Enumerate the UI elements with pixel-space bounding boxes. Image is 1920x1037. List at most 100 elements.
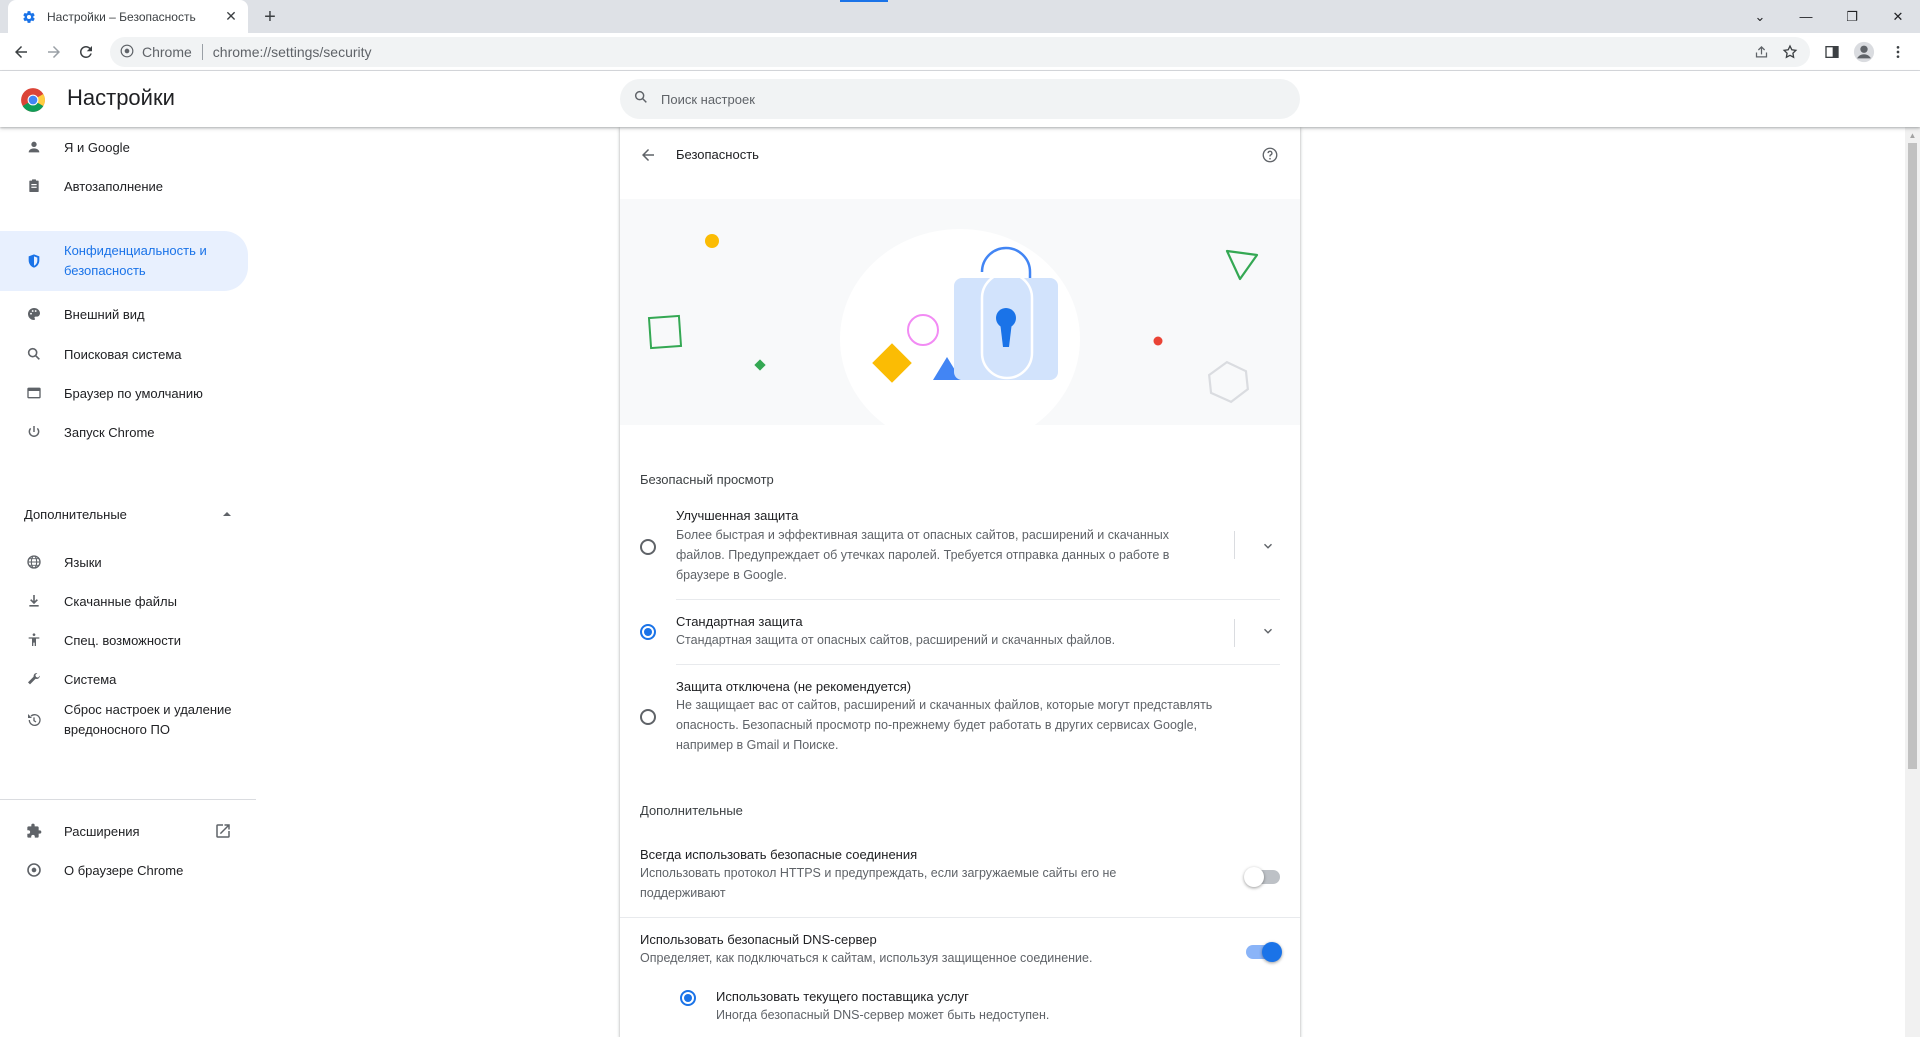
sidebar-item-default-browser[interactable]: Браузер по умолчанию [0,377,248,409]
reload-icon[interactable] [72,38,100,66]
search-icon [633,89,649,110]
sidebar-item-label: Автозаполнение [64,178,164,194]
globe-icon [24,552,44,572]
browser-icon [24,383,44,403]
sidebar-item-appearance[interactable]: Внешний вид [0,298,248,330]
close-window-button[interactable]: ✕ [1875,0,1920,33]
tab-search-icon[interactable]: ⌄ [1737,0,1783,33]
scrollbar-thumb[interactable] [1908,143,1917,769]
option-desc: Не защищает вас от сайтов, расширений и … [676,698,1213,752]
clipboard-icon [24,176,44,196]
site-chip: Chrome [142,44,192,60]
new-tab-button[interactable]: + [258,5,282,29]
back-arrow-icon[interactable] [7,38,35,66]
gear-icon [21,9,37,25]
restore-icon [24,710,44,730]
sidebar-item-label: О браузере Chrome [64,862,184,878]
back-arrow-icon[interactable] [636,143,660,167]
sidebar-item-on-startup[interactable]: Запуск Chrome [0,416,248,448]
radio-no-protection[interactable] [640,709,656,725]
sidebar-item-search-engine[interactable]: Поисковая система [0,338,248,370]
side-panel-icon[interactable] [1818,38,1846,66]
sidebar-advanced-toggle[interactable]: Дополнительные [24,507,232,522]
https-desc: Использовать протокол HTTPS и предупрежд… [640,866,1117,900]
sidebar-item-you-and-google[interactable]: Я и Google [0,131,248,163]
page-title: Настройки [67,85,175,110]
toolbar: Chrome chrome://settings/security [0,33,1920,71]
address-bar[interactable]: Chrome chrome://settings/security [110,37,1810,67]
toggle-knob [1262,942,1282,962]
tab-close-icon[interactable]: ✕ [222,8,240,26]
sidebar-item-languages[interactable]: Языки [0,546,248,578]
option-title: Стандартная защита [676,614,803,629]
search-input[interactable] [661,91,1261,107]
option-title: Улучшенная защита [676,508,799,523]
dns-desc: Определяет, как подключаться к сайтам, и… [640,951,1093,965]
menu-kebab-icon[interactable] [1884,38,1912,66]
omnibox-divider [201,44,203,60]
option-title: Защита отключена (не рекомендуется) [676,679,912,694]
sidebar-item-label: Спец. возможности [64,632,181,648]
restore-button[interactable]: ❐ [1829,0,1875,33]
settings-search[interactable] [620,79,1300,119]
chrome-logo-icon [20,87,46,113]
sidebar-item-reset[interactable]: Сброс настроек и удаление вредоносного П… [0,697,248,743]
power-icon [24,422,44,442]
sidebar-item-label: Сброс настроек и удаление вредоносного П… [64,702,232,737]
chevron-down-icon[interactable] [1256,619,1280,643]
sidebar-divider [0,799,256,800]
chrome-window: Настройки – Безопасность ✕ + ⌄ — ❐ ✕ Chr… [0,0,1920,1037]
person-icon [24,137,44,157]
minimize-button[interactable]: — [1783,0,1829,33]
radio-current-provider[interactable] [680,990,696,1006]
bookmark-star-icon[interactable] [1778,40,1802,64]
dns-title: Использовать безопасный DNS-сервер [640,932,877,947]
chrome-logo-icon [24,860,44,880]
divider [620,917,1300,918]
sidebar-item-downloads[interactable]: Скачанные файлы [0,585,248,617]
sidebar: Я и Google Автозаполнение Конфиденциальн… [0,127,256,1037]
sidebar-item-about[interactable]: О браузере Chrome [0,854,248,886]
option-title: Использовать текущего поставщика услуг [716,989,969,1004]
help-icon[interactable] [1258,143,1282,167]
option-desc: Более быстрая и эффективная защита от оп… [676,528,1170,582]
search-icon [24,344,44,364]
chrome-logo-icon [120,44,134,61]
dns-toggle[interactable] [1246,942,1282,962]
sidebar-item-label: Скачанные файлы [64,593,177,609]
sidebar-item-accessibility[interactable]: Спец. возможности [0,624,248,656]
sidebar-item-system[interactable]: Система [0,663,248,695]
sidebar-item-extensions[interactable]: Расширения [0,815,248,847]
radio-enhanced[interactable] [640,539,656,555]
download-icon [24,591,44,611]
toggle-knob [1244,867,1264,887]
wrench-icon [24,669,44,689]
forward-arrow-icon[interactable] [40,38,68,66]
caret-up-icon [222,507,232,522]
advanced-header: Дополнительные [640,803,743,818]
subpage-title: Безопасность [676,147,759,162]
sidebar-item-autofill[interactable]: Автозаполнение [0,170,248,202]
option-divider [1234,619,1235,647]
profile-avatar-icon[interactable] [1850,38,1878,66]
scroll-up-icon[interactable]: ▲ [1908,131,1917,140]
security-card: Безопасность Безопасный просмотр Улучшен… [620,127,1300,1037]
tab-title: Настройки – Безопасность [47,9,196,24]
tab-settings[interactable]: Настройки – Безопасность ✕ [8,0,248,33]
puzzle-icon [24,821,44,841]
sidebar-item-label: Я и Google [64,139,130,155]
accessibility-icon [24,630,44,650]
share-icon[interactable] [1749,40,1773,64]
chevron-down-icon[interactable] [1256,534,1280,558]
sidebar-item-label: Расширения [64,823,140,839]
sidebar-item-label: Конфиденциальность и безопасность [64,243,207,278]
page-scrollbar[interactable]: ▲ [1905,127,1920,1037]
tab-indicator [840,0,888,2]
option-desc: Иногда безопасный DNS-сервер может быть … [716,1008,1050,1022]
https-toggle[interactable] [1244,867,1280,887]
radio-standard[interactable] [640,624,656,640]
sidebar-item-privacy[interactable]: Конфиденциальность и безопасность [0,231,248,291]
tab-strip: Настройки – Безопасность ✕ + ⌄ — ❐ ✕ [0,0,1920,33]
url-text[interactable]: chrome://settings/security [213,44,372,60]
settings-header: Настройки [0,71,1920,127]
